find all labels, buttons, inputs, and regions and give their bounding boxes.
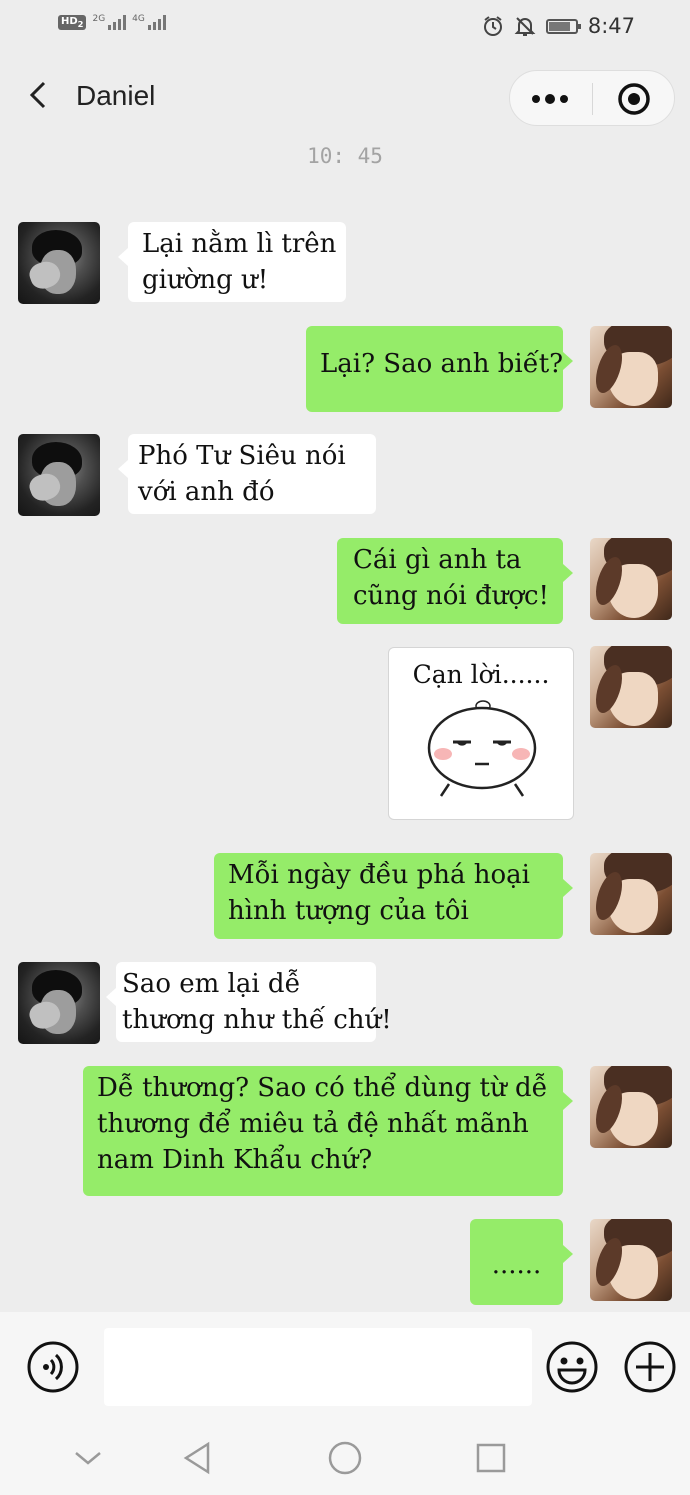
contact-avatar[interactable]	[18, 434, 100, 516]
signal-icon-2: 4G	[132, 14, 166, 30]
message-line: Cái gì anh ta	[353, 545, 522, 575]
status-right: 8:47	[482, 14, 635, 38]
contact-avatar[interactable]	[18, 222, 100, 304]
signal-label-2: 4G	[132, 14, 145, 24]
chat-timestamp: 10: 45	[307, 144, 383, 168]
message-line: ......	[491, 1250, 542, 1280]
own-avatar[interactable]	[590, 1219, 672, 1301]
nav-collapse-icon[interactable]	[68, 1438, 108, 1478]
signal-icon-1: 2G	[92, 14, 127, 30]
emoji-icon[interactable]	[545, 1340, 599, 1394]
own-avatar[interactable]	[590, 326, 672, 408]
message-line: Lại? Sao anh biết?	[320, 349, 564, 379]
message-line: Lại nằm lì trên	[142, 229, 337, 259]
input-bar	[0, 1312, 690, 1422]
message-bubble-outgoing[interactable]: Cái gì anh ta cũng nói được!	[337, 538, 573, 624]
nav-recents-icon[interactable]	[471, 1438, 511, 1478]
message-bubble-outgoing[interactable]: Lại? Sao anh biết?	[306, 326, 573, 412]
close-target-icon[interactable]	[616, 81, 652, 117]
chat-header: Daniel	[0, 56, 690, 140]
hd-icon: HD2	[58, 14, 87, 30]
capsule-divider	[592, 83, 593, 115]
message-bubble-incoming[interactable]: Sao em lại dễ thương như thế chứ!	[106, 962, 392, 1042]
speechless-bun-sticker-icon	[427, 700, 537, 797]
status-left: HD2 2G 4G	[58, 14, 166, 30]
message-line: cũng nói được!	[353, 581, 549, 611]
back-chevron-icon[interactable]	[22, 78, 56, 112]
chat-title: Daniel	[76, 80, 156, 111]
message-bubble-outgoing[interactable]: Mỗi ngày đều phá hoại hình tượng của tôi	[214, 853, 573, 939]
battery-icon	[545, 18, 581, 34]
alarm-icon	[483, 16, 502, 36]
status-bar: HD2 2G 4G 8:47	[0, 0, 690, 56]
message-input[interactable]	[104, 1328, 532, 1406]
mini-program-capsule	[509, 70, 675, 126]
voice-icon[interactable]	[26, 1340, 80, 1394]
own-avatar[interactable]	[590, 853, 672, 935]
system-nav-bar	[0, 1422, 690, 1495]
own-avatar[interactable]	[590, 1066, 672, 1148]
message-line: thương như thế chứ!	[122, 1005, 392, 1035]
hd-sub-label: 2	[77, 18, 84, 29]
message-line: nam Dinh Khẩu chứ?	[97, 1145, 373, 1175]
message-line: Mỗi ngày đều phá hoại	[228, 860, 530, 890]
plus-icon[interactable]	[623, 1340, 677, 1394]
message-line: với anh đó	[138, 477, 275, 507]
clock: 8:47	[587, 14, 635, 38]
message-bubble-outgoing[interactable]: Dễ thương? Sao có thể dùng từ dễ thương …	[83, 1066, 573, 1196]
message-bubble-incoming[interactable]: Lại nằm lì trên giường ư!	[118, 222, 346, 302]
sticker-message[interactable]: Cạn lời......	[388, 647, 574, 820]
contact-avatar[interactable]	[18, 962, 100, 1044]
signal-label-1: 2G	[92, 14, 106, 24]
message-bubble-incoming[interactable]: Phó Tư Siêu nói với anh đó	[118, 434, 376, 514]
nav-home-icon[interactable]	[325, 1438, 365, 1478]
own-avatar[interactable]	[590, 538, 672, 620]
hd-label: HD	[61, 15, 78, 27]
message-line: thương để miêu tả đệ nhất mãnh	[97, 1109, 529, 1139]
sticker-caption: Cạn lời......	[412, 660, 550, 689]
own-avatar[interactable]	[590, 646, 672, 728]
mute-bell-icon	[514, 17, 536, 36]
message-line: giường ư!	[142, 265, 269, 295]
battery-level	[548, 21, 570, 31]
more-dots-icon[interactable]	[528, 79, 572, 119]
message-line: Sao em lại dễ	[122, 969, 301, 999]
message-line: Dễ thương? Sao có thể dùng từ dễ	[97, 1073, 548, 1103]
message-line: Phó Tư Siêu nói	[138, 441, 346, 471]
message-bubble-outgoing[interactable]: ......	[470, 1219, 573, 1305]
message-line: hình tượng của tôi	[228, 896, 469, 926]
nav-back-icon[interactable]	[178, 1438, 218, 1478]
